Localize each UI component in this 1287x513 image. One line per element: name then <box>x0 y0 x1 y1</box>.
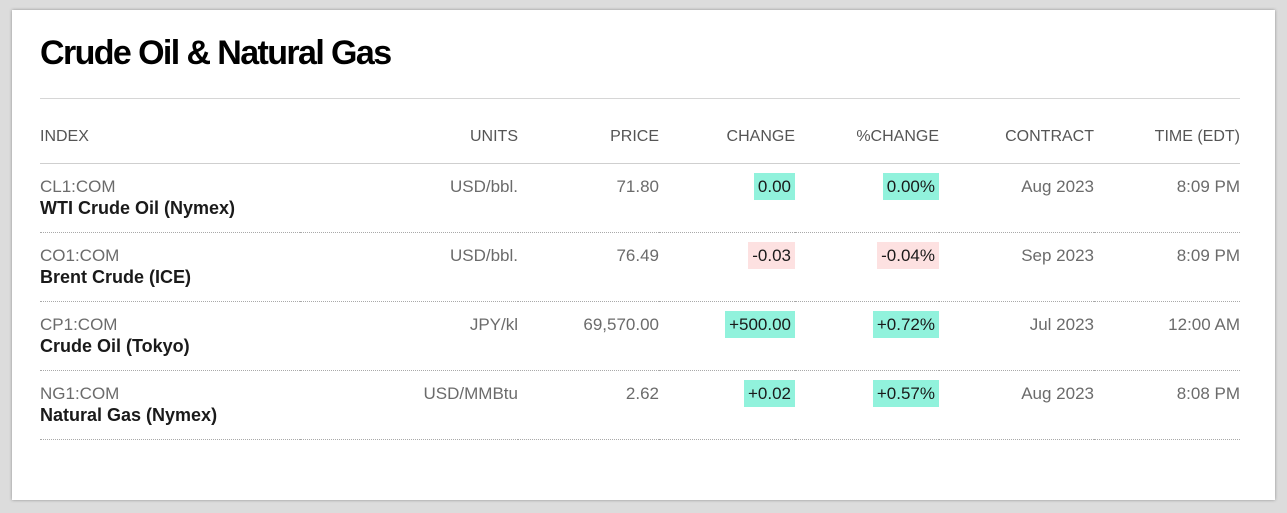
contract-cell: Sep 2023 <box>939 232 1094 302</box>
change-cell: 0.00 <box>659 163 795 233</box>
units-cell: USD/bbl. <box>300 163 518 233</box>
contract-value: Aug 2023 <box>1021 176 1094 196</box>
table-header-row: INDEX UNITS PRICE CHANGE %CHANGE CONTRAC… <box>40 120 1240 164</box>
table-row: CO1:COM Brent Crude (ICE) USD/bbl. 76.49… <box>40 232 1240 302</box>
pct-change-value: -0.04% <box>877 241 939 269</box>
column-header-contract: CONTRACT <box>939 120 1094 164</box>
price-value: 69,570.00 <box>583 314 659 334</box>
pct-change-cell: +0.57% <box>795 370 939 440</box>
column-header-time: TIME (EDT) <box>1094 120 1240 164</box>
index-cell[interactable]: NG1:COM Natural Gas (Nymex) <box>40 370 300 440</box>
change-value: -0.03 <box>748 241 795 269</box>
column-header-change: CHANGE <box>659 120 795 164</box>
time-cell: 8:09 PM <box>1094 163 1240 233</box>
pct-change-value: +0.72% <box>872 310 939 338</box>
change-cell: -0.03 <box>659 232 795 302</box>
price-value: 76.49 <box>616 245 659 265</box>
column-header-price: PRICE <box>518 120 659 164</box>
table-row: CL1:COM WTI Crude Oil (Nymex) USD/bbl. 7… <box>40 163 1240 233</box>
instrument-name[interactable]: Natural Gas (Nymex) <box>40 404 300 426</box>
instrument-name[interactable]: Brent Crude (ICE) <box>40 266 300 288</box>
table-row: NG1:COM Natural Gas (Nymex) USD/MMBtu 2.… <box>40 370 1240 440</box>
title-divider <box>40 98 1240 99</box>
units-cell: USD/MMBtu <box>300 370 518 440</box>
contract-value: Aug 2023 <box>1021 383 1094 403</box>
contract-cell: Aug 2023 <box>939 370 1094 440</box>
ticker-symbol[interactable]: CO1:COM <box>40 246 300 266</box>
table-row: CP1:COM Crude Oil (Tokyo) JPY/kl 69,570.… <box>40 301 1240 371</box>
commodities-card: Crude Oil & Natural Gas INDEX UNITS PRIC… <box>12 10 1275 500</box>
contract-value: Jul 2023 <box>1029 314 1094 334</box>
price-value: 2.62 <box>625 383 659 403</box>
units-value: USD/bbl. <box>449 176 518 196</box>
units-value: USD/MMBtu <box>423 383 518 403</box>
price-cell: 76.49 <box>518 232 659 302</box>
time-cell: 12:00 AM <box>1094 301 1240 371</box>
units-value: JPY/kl <box>469 314 518 334</box>
column-header-pct-change: %CHANGE <box>795 120 939 164</box>
contract-cell: Aug 2023 <box>939 163 1094 233</box>
index-cell[interactable]: CO1:COM Brent Crude (ICE) <box>40 232 300 302</box>
time-value: 8:09 PM <box>1176 245 1240 265</box>
change-value: 0.00 <box>753 172 795 200</box>
units-cell: JPY/kl <box>300 301 518 371</box>
column-header-index: INDEX <box>40 120 300 164</box>
pct-change-value: +0.57% <box>872 379 939 407</box>
price-cell: 69,570.00 <box>518 301 659 371</box>
ticker-symbol[interactable]: CP1:COM <box>40 315 300 335</box>
change-cell: +0.02 <box>659 370 795 440</box>
change-value: +0.02 <box>743 379 795 407</box>
column-header-units: UNITS <box>300 120 518 164</box>
page-title: Crude Oil & Natural Gas <box>40 34 392 72</box>
contract-value: Sep 2023 <box>1021 245 1094 265</box>
price-cell: 71.80 <box>518 163 659 233</box>
time-value: 12:00 AM <box>1168 314 1240 334</box>
ticker-symbol[interactable]: CL1:COM <box>40 177 300 197</box>
instrument-name[interactable]: WTI Crude Oil (Nymex) <box>40 197 300 219</box>
time-value: 8:08 PM <box>1176 383 1240 403</box>
index-cell[interactable]: CL1:COM WTI Crude Oil (Nymex) <box>40 163 300 233</box>
units-cell: USD/bbl. <box>300 232 518 302</box>
price-cell: 2.62 <box>518 370 659 440</box>
time-cell: 8:09 PM <box>1094 232 1240 302</box>
index-cell[interactable]: CP1:COM Crude Oil (Tokyo) <box>40 301 300 371</box>
price-value: 71.80 <box>616 176 659 196</box>
time-cell: 8:08 PM <box>1094 370 1240 440</box>
pct-change-cell: 0.00% <box>795 163 939 233</box>
commodities-table: INDEX UNITS PRICE CHANGE %CHANGE CONTRAC… <box>40 120 1240 440</box>
change-value: +500.00 <box>725 310 795 338</box>
time-value: 8:09 PM <box>1176 176 1240 196</box>
change-cell: +500.00 <box>659 301 795 371</box>
contract-cell: Jul 2023 <box>939 301 1094 371</box>
pct-change-cell: +0.72% <box>795 301 939 371</box>
instrument-name[interactable]: Crude Oil (Tokyo) <box>40 335 300 357</box>
ticker-symbol[interactable]: NG1:COM <box>40 384 300 404</box>
pct-change-value: 0.00% <box>882 172 939 200</box>
units-value: USD/bbl. <box>449 245 518 265</box>
pct-change-cell: -0.04% <box>795 232 939 302</box>
